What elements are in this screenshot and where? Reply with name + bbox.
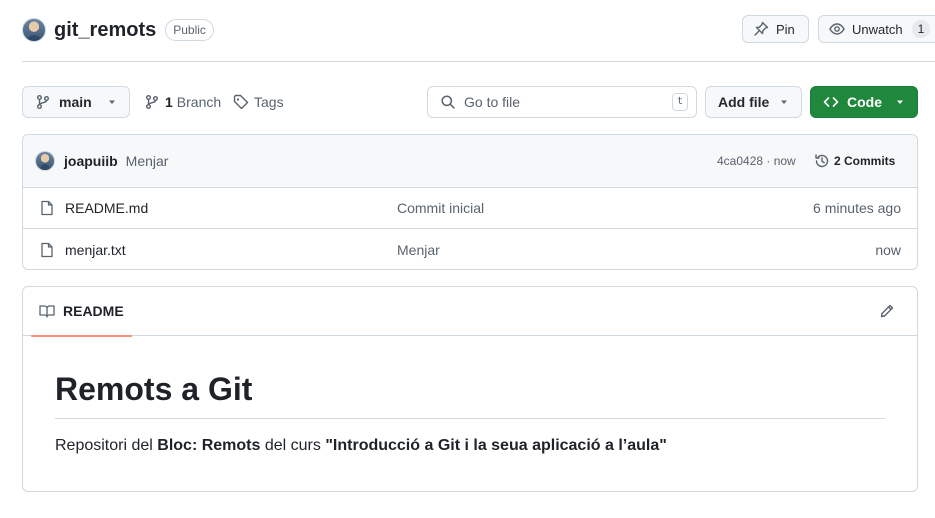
unwatch-label: Unwatch [852,21,903,37]
readme-tab[interactable]: README [31,287,132,337]
visibility-badge: Public [165,19,214,41]
add-file-label: Add file [718,94,770,110]
go-to-file-input[interactable]: Go to file t [427,86,697,118]
readme-content: Remots a Git Repositori del Bloc: Remots… [23,336,917,455]
file-row[interactable]: menjar.txt Menjar now [23,229,917,269]
owner-avatar[interactable] [22,18,46,42]
readme-text: del curs [260,437,326,455]
file-icon [41,242,53,257]
file-row[interactable]: README.md Commit inicial 6 minutes ago [23,188,917,229]
branch-name: main [59,94,92,110]
branch-selector[interactable]: main [22,86,130,118]
author-avatar[interactable] [35,151,55,171]
commits-history-link[interactable]: 2 Commits [814,153,895,169]
eye-icon [829,23,845,35]
book-icon [39,305,55,318]
readme-tab-label: README [63,303,124,319]
readme-paragraph: Repositori del Bloc: Remots del curs "In… [55,437,885,455]
add-file-button[interactable]: Add file [705,86,802,118]
branch-icon [146,95,158,109]
unwatch-button[interactable]: Unwatch 1 [818,15,935,43]
code-button[interactable]: Code [810,86,918,118]
commits-label: 2 Commits [834,154,896,168]
latest-commit-bar: joapuiib Menjar 4ca0428 · now 2 Commits [23,135,917,188]
commit-author[interactable]: joapuiib [64,153,118,169]
file-list: joapuiib Menjar 4ca0428 · now 2 Commits … [22,134,918,270]
readme-panel: README Remots a Git Repositori del Bloc:… [22,286,918,492]
pin-label: Pin [776,21,795,37]
file-commit-message[interactable]: Commit inicial [397,200,484,216]
pin-icon [754,21,769,36]
chevron-down-icon [897,100,903,104]
file-icon [41,200,53,216]
commit-sha-time[interactable]: 4ca0428 · now [717,154,796,168]
file-commit-time: now [875,241,901,258]
readme-bold-text: Bloc: Remots [157,437,261,455]
branches-count: 1 [165,94,173,110]
tags-link[interactable]: Tags [233,86,284,118]
commit-message[interactable]: Menjar [126,153,169,169]
go-to-file-placeholder: Go to file [464,94,521,110]
repo-toolbar: main 1 Branch Tags Go to file t Add file… [22,86,918,118]
repo-name[interactable]: git_remots [54,19,156,42]
header-divider [22,61,935,62]
code-label: Code [847,94,882,110]
branch-icon [37,95,49,109]
tags-label: Tags [254,94,284,110]
readme-bold-text: "Introducció a Git i la seua aplicació a… [325,437,667,455]
readme-header: README [23,287,917,337]
file-name[interactable]: README.md [65,200,148,216]
file-name[interactable]: menjar.txt [65,242,126,258]
readme-title: Remots a Git [55,370,885,420]
chevron-down-icon [109,100,115,104]
readme-text: Repositori del [55,437,158,455]
chevron-down-icon [781,100,787,104]
tag-icon [233,94,249,110]
history-icon [815,154,829,168]
code-icon [823,97,839,107]
pin-button[interactable]: Pin [742,15,809,43]
branches-link[interactable]: 1 Branch [144,86,221,118]
file-commit-message[interactable]: Menjar [397,242,440,258]
pencil-icon[interactable] [879,303,895,319]
branches-label: Branch [176,94,222,110]
watch-count: 1 [911,20,931,38]
file-commit-time: 6 minutes ago [813,200,901,216]
search-icon [441,95,455,109]
shortcut-hint: t [671,93,688,111]
